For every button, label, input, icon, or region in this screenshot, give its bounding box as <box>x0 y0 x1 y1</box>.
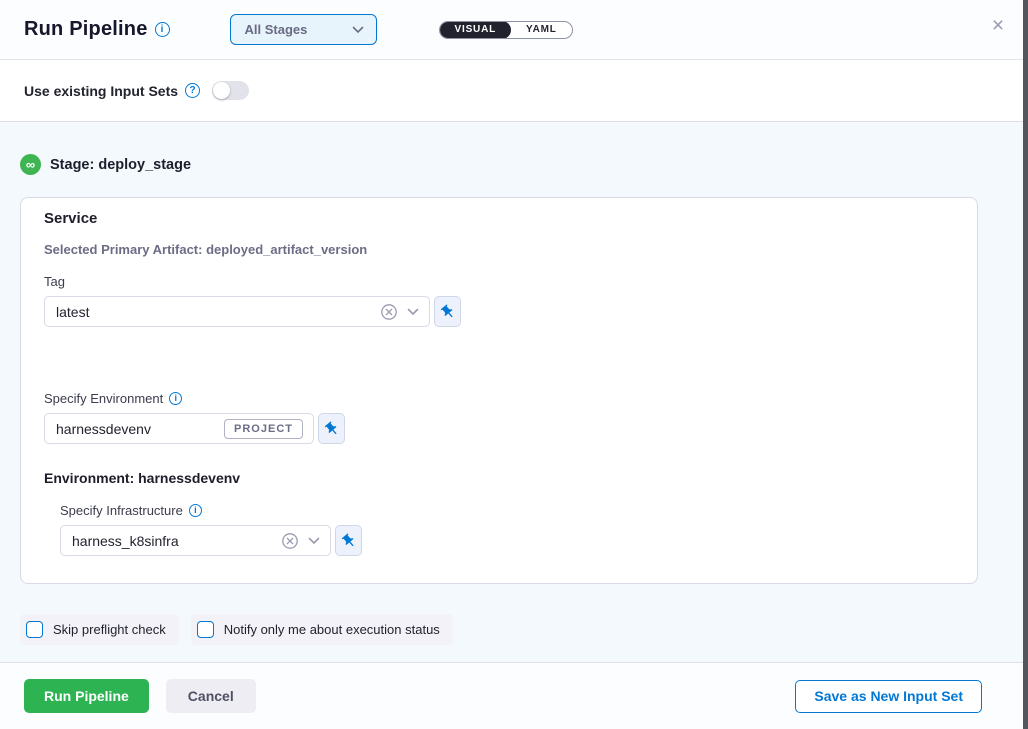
infrastructure-input[interactable] <box>72 533 281 549</box>
main-content: ∞ Stage: deploy_stage Service Selected P… <box>0 122 1028 662</box>
visual-yaml-toggle: VISUAL YAML <box>439 21 573 39</box>
skip-preflight-option[interactable]: Skip preflight check <box>20 614 179 645</box>
toggle-knob <box>213 82 230 99</box>
environment-heading: Environment: harnessdevenv <box>44 470 953 486</box>
environment-input[interactable] <box>56 421 224 437</box>
info-icon[interactable]: i <box>155 22 170 37</box>
pin-icon[interactable] <box>434 296 461 327</box>
environment-input-row: PROJECT <box>44 413 953 444</box>
page-scrollbar[interactable] <box>1023 0 1028 729</box>
input-sets-label: Use existing Input Sets <box>24 83 178 99</box>
infrastructure-group: Specify Infrastructure i <box>60 503 953 556</box>
environment-input-wrap: PROJECT <box>44 413 314 444</box>
skip-preflight-label: Skip preflight check <box>53 622 166 637</box>
stage-row: ∞ Stage: deploy_stage <box>20 154 1004 175</box>
stage-selector-dropdown[interactable]: All Stages <box>230 14 377 45</box>
selected-artifact-text: Selected Primary Artifact: deployed_arti… <box>44 242 953 257</box>
chevron-down-icon[interactable] <box>308 537 320 545</box>
tab-visual[interactable]: VISUAL <box>440 21 511 39</box>
modal-header: Run Pipeline i All Stages VISUAL YAML × <box>0 0 1028 60</box>
deploy-stage-icon: ∞ <box>20 154 41 175</box>
tab-yaml[interactable]: YAML <box>511 21 572 39</box>
input-sets-section: Use existing Input Sets ? <box>0 60 1028 122</box>
notify-only-me-checkbox[interactable] <box>197 621 214 638</box>
chevron-down-icon <box>352 26 364 34</box>
infrastructure-input-row <box>60 525 953 556</box>
infrastructure-input-wrap <box>60 525 331 556</box>
tag-input[interactable] <box>56 304 380 320</box>
info-icon[interactable]: i <box>189 504 202 517</box>
service-card: Service Selected Primary Artifact: deplo… <box>20 197 978 584</box>
save-as-new-input-set-button[interactable]: Save as New Input Set <box>795 680 982 713</box>
chevron-down-icon[interactable] <box>407 308 419 316</box>
stage-selector-value: All Stages <box>245 22 352 37</box>
clear-icon[interactable] <box>380 303 398 321</box>
close-icon[interactable]: × <box>986 14 1010 38</box>
tag-input-row <box>44 296 953 327</box>
execution-options: Skip preflight check Notify only me abou… <box>20 614 1004 645</box>
environment-label: Specify Environment i <box>44 391 953 406</box>
infrastructure-label: Specify Infrastructure i <box>60 503 953 518</box>
cancel-button[interactable]: Cancel <box>166 679 256 713</box>
stage-heading: Stage: deploy_stage <box>50 157 191 173</box>
info-icon[interactable]: i <box>169 392 182 405</box>
tag-input-wrap <box>44 296 430 327</box>
pin-icon[interactable] <box>318 413 345 444</box>
clear-icon[interactable] <box>281 532 299 550</box>
skip-preflight-checkbox[interactable] <box>26 621 43 638</box>
input-sets-toggle[interactable] <box>212 81 249 100</box>
page-title: Run Pipeline <box>24 18 148 41</box>
pin-icon[interactable] <box>335 525 362 556</box>
help-icon[interactable]: ? <box>185 83 200 98</box>
notify-only-me-option[interactable]: Notify only me about execution status <box>191 614 453 645</box>
modal-footer: Run Pipeline Cancel Save as New Input Se… <box>0 662 1028 729</box>
notify-only-me-label: Notify only me about execution status <box>224 622 440 637</box>
project-scope-badge: PROJECT <box>224 419 303 439</box>
service-title: Service <box>44 210 953 227</box>
tag-label: Tag <box>44 274 953 289</box>
run-pipeline-modal: Run Pipeline i All Stages VISUAL YAML × … <box>0 0 1028 729</box>
run-pipeline-button[interactable]: Run Pipeline <box>24 679 149 713</box>
